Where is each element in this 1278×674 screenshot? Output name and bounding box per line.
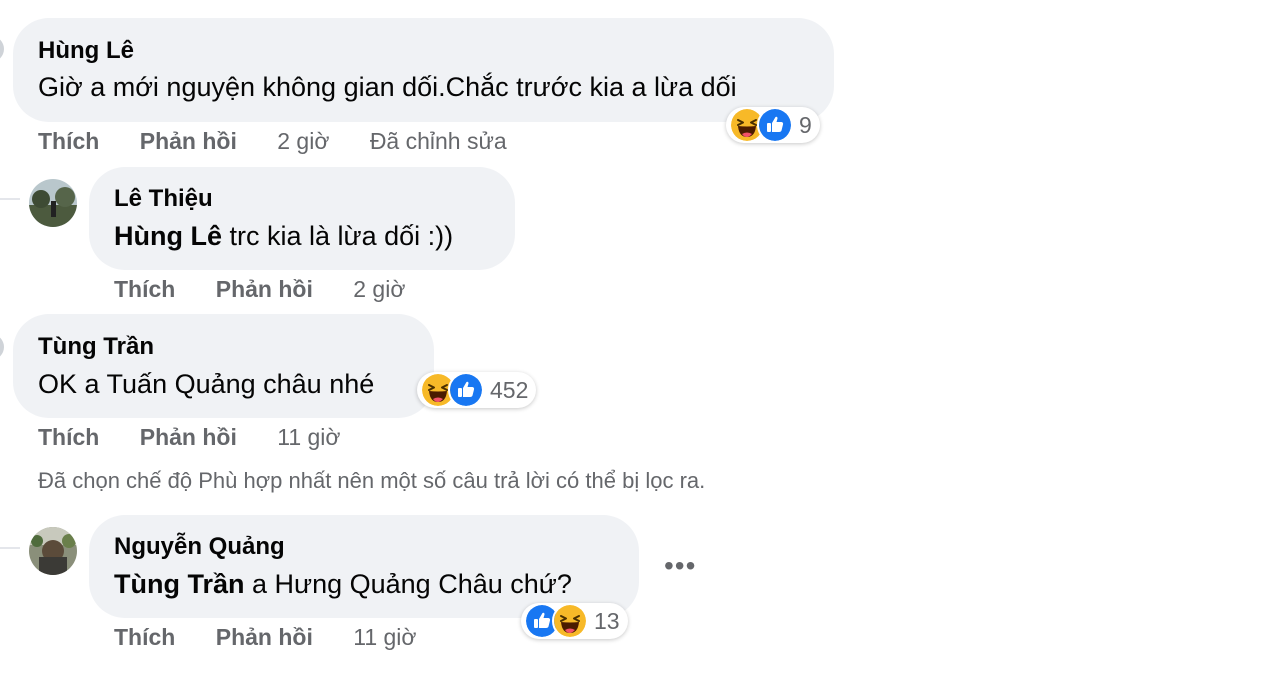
reaction-summary[interactable]: 452 [417, 372, 537, 408]
mention-link[interactable]: Tùng Trần [114, 569, 245, 599]
reply-button[interactable]: Phản hồi [216, 624, 313, 650]
reply-button[interactable]: Phản hồi [140, 424, 237, 450]
filter-note: Đã chọn chế độ Phù hợp nhất nên một số c… [38, 468, 706, 493]
avatar-photo [29, 179, 77, 227]
avatar[interactable] [29, 179, 77, 227]
comment-text: Hùng Lê trc kia là lừa dối :)) [114, 221, 453, 252]
like-button[interactable]: Thích [38, 424, 99, 450]
comment-body: a Hưng Quảng Châu chứ? [244, 569, 572, 599]
comment-bubble [13, 314, 434, 418]
reaction-summary[interactable]: 13 [521, 603, 628, 639]
comment-text: OK a Tuấn Quảng châu nhé [38, 369, 375, 399]
mention-link[interactable]: Hùng Lê [114, 221, 222, 251]
more-options-icon[interactable]: ••• [664, 550, 696, 582]
thread-connector-1 [0, 198, 20, 200]
avatar[interactable] [0, 334, 4, 360]
comment-text: Tùng Trần a Hưng Quảng Châu chứ? [114, 569, 572, 600]
avatar-photo [29, 527, 77, 575]
reply-button[interactable]: Phản hồi [140, 128, 237, 154]
comment-actions: Thích Phản hồi 11 giờ [114, 624, 451, 651]
comment-actions: Thích Phản hồi 2 giờ [114, 276, 439, 303]
comment-author[interactable]: Lê Thiệu [114, 185, 213, 213]
reaction-count: 452 [490, 376, 529, 403]
like-button[interactable]: Thích [114, 624, 175, 650]
like-icon [757, 107, 793, 143]
comment-actions: Thích Phản hồi 2 giờ Đã chỉnh sửa [38, 128, 541, 155]
reaction-count: 13 [594, 607, 620, 634]
reply-button[interactable]: Phản hồi [216, 276, 313, 302]
timestamp[interactable]: 11 giờ [353, 624, 416, 650]
haha-icon [552, 603, 588, 639]
timestamp[interactable]: 11 giờ [277, 424, 340, 450]
like-icon [448, 372, 484, 408]
avatar[interactable] [29, 527, 77, 575]
comment-author[interactable]: Tùng Trần [38, 333, 154, 361]
comment-author[interactable]: Hùng Lê [38, 37, 134, 65]
comment-actions: Thích Phản hồi 11 giờ [38, 424, 375, 451]
reaction-count: 9 [799, 111, 812, 138]
comment-author[interactable]: Nguyễn Quảng [114, 533, 285, 561]
timestamp[interactable]: 2 giờ [353, 276, 405, 302]
comment-bubble [89, 167, 515, 270]
like-button[interactable]: Thích [114, 276, 175, 302]
like-button[interactable]: Thích [38, 128, 99, 154]
reaction-summary[interactable]: 9 [726, 107, 820, 143]
avatar[interactable] [0, 36, 4, 62]
thread-connector-2 [0, 547, 20, 549]
comment-bubble [13, 18, 834, 122]
edited-label: Đã chỉnh sửa [369, 128, 507, 154]
timestamp[interactable]: 2 giờ [277, 128, 329, 154]
comment-body: trc kia là lừa dối :)) [222, 221, 454, 251]
comment-text: Giờ a mới nguyện không gian dối.Chắc trư… [38, 72, 737, 102]
